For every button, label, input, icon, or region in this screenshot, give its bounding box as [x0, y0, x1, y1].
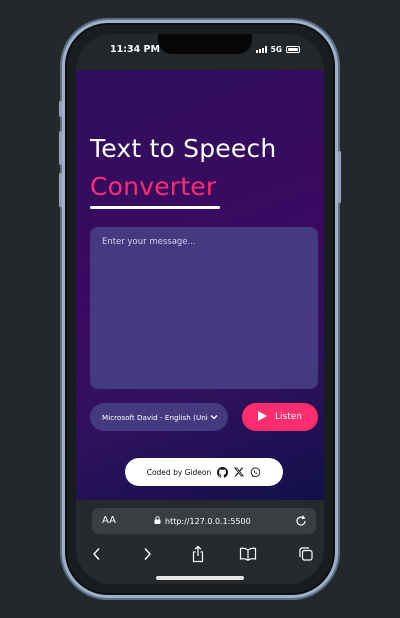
share-icon[interactable]	[191, 544, 205, 564]
page-title: Text to Speech	[90, 134, 277, 163]
signal-icon	[255, 46, 267, 53]
whatsapp-icon[interactable]	[250, 466, 261, 478]
forward-icon[interactable]	[142, 544, 152, 564]
credit-badge: Coded by Gideon	[125, 458, 283, 486]
tts-app: Text to Speech Converter Microsoft David…	[76, 70, 324, 500]
action-button	[59, 101, 62, 117]
status-time: 11:34 PM	[110, 44, 160, 55]
address-bar[interactable]: AA http://127.0.0.1:5500	[92, 508, 316, 534]
status-bar: 11:34 PM 5G	[76, 34, 324, 70]
play-icon	[258, 410, 267, 424]
listen-button[interactable]: Listen	[242, 403, 318, 431]
browser-toolbar	[76, 544, 324, 564]
voice-select-value: Microsoft David - English (United States…	[102, 412, 208, 422]
lock-icon	[154, 516, 161, 526]
battery-icon	[286, 46, 300, 53]
voice-select[interactable]: Microsoft David - English (United States…	[90, 403, 228, 431]
power-button	[338, 151, 341, 203]
tabs-icon[interactable]	[298, 544, 314, 564]
url-text: http://127.0.0.1:5500	[165, 516, 251, 526]
chevron-down-icon	[210, 413, 218, 422]
github-icon[interactable]	[217, 466, 229, 478]
back-icon[interactable]	[92, 544, 102, 564]
phone-frame: 11:34 PM 5G Text to Speech Converter Mic…	[59, 20, 341, 598]
volume-down-button	[59, 173, 62, 207]
x-icon[interactable]	[234, 467, 245, 477]
bookmarks-icon[interactable]	[239, 544, 257, 564]
title-underline	[90, 206, 220, 209]
reload-icon[interactable]	[294, 513, 308, 532]
volume-up-button	[59, 131, 62, 165]
message-input[interactable]	[90, 227, 318, 389]
credit-text: Coded by Gideon	[146, 467, 212, 477]
phone-screen: 11:34 PM 5G Text to Speech Converter Mic…	[76, 34, 324, 584]
dynamic-island	[158, 34, 252, 54]
home-indicator[interactable]	[156, 576, 244, 580]
listen-label: Listen	[275, 412, 302, 422]
network-label: 5G	[270, 45, 282, 54]
browser-chrome: AA http://127.0.0.1:5500	[76, 500, 324, 584]
page-title-accent: Converter	[90, 172, 217, 201]
text-size-button[interactable]: AA	[102, 515, 116, 526]
